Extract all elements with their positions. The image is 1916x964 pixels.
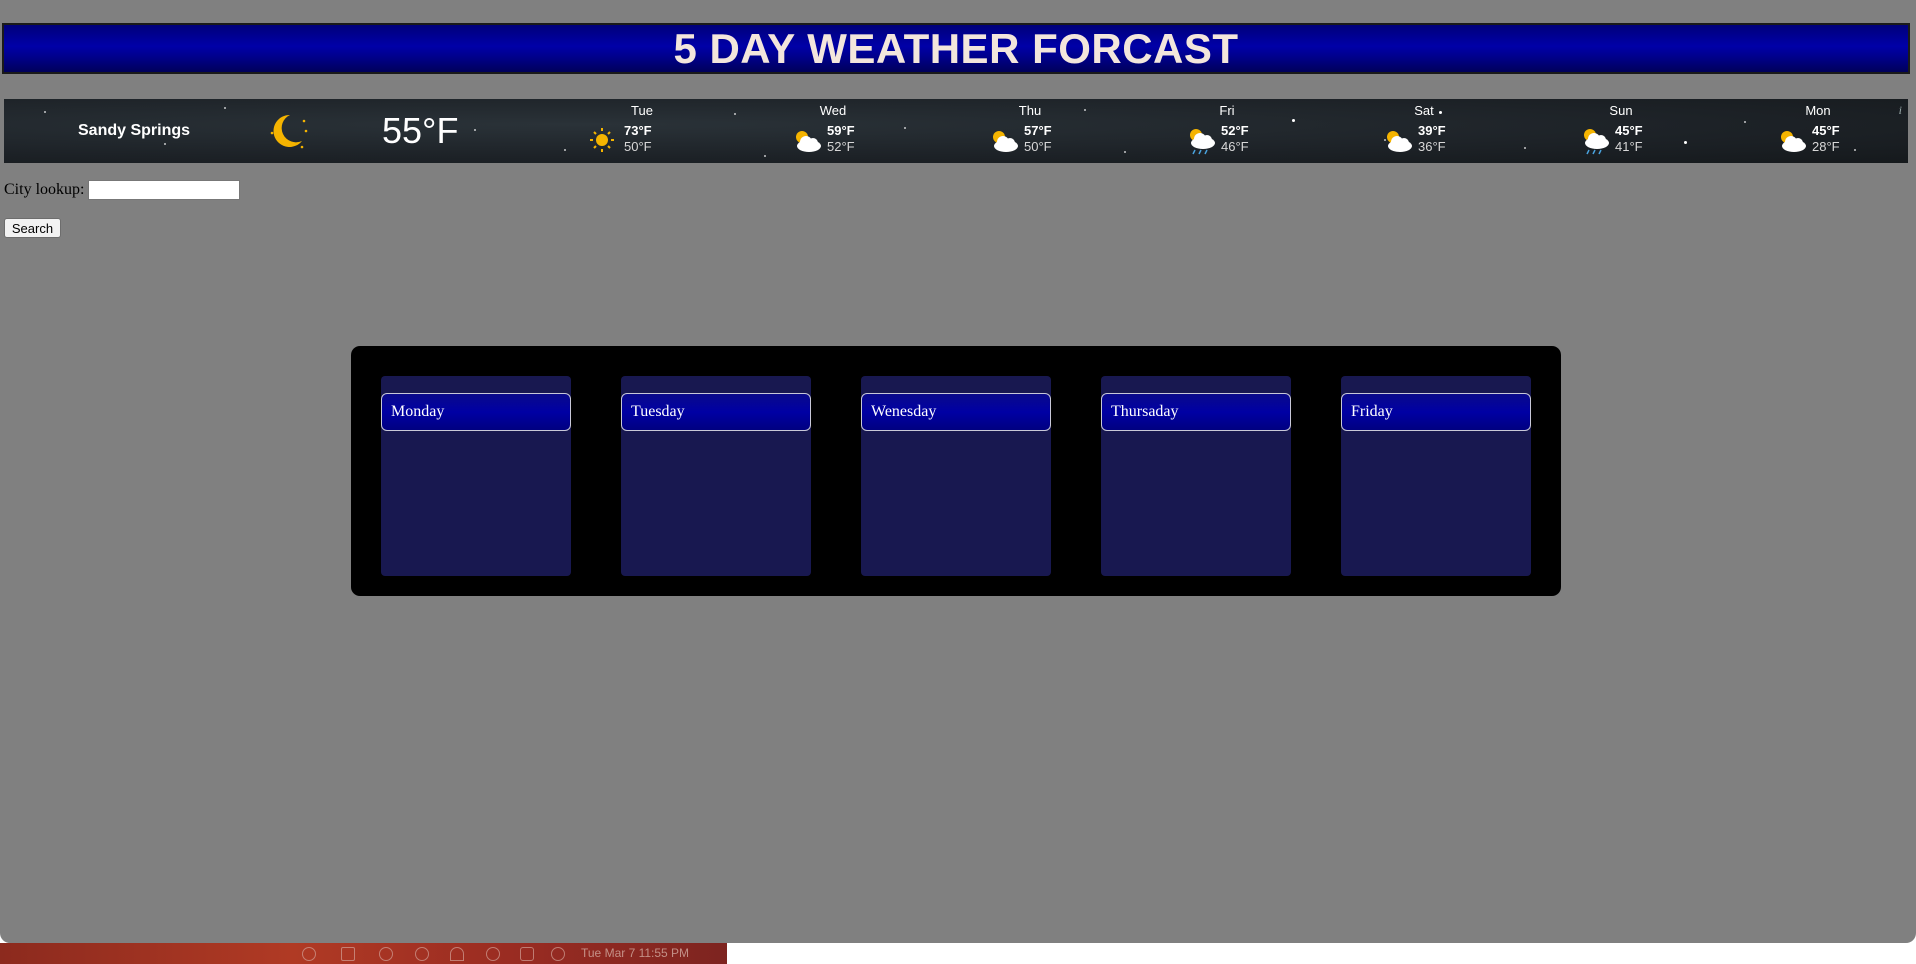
day-name: Thu [1018, 103, 1042, 118]
forecast-card-title: Friday [1341, 393, 1531, 431]
widget-day-thu: Thu 57°F 50°F [987, 103, 1077, 159]
forecast-card-wednesday: Wenesday [861, 376, 1051, 576]
day-name: Tue [631, 103, 653, 118]
forecast-card-title: Tuesday [621, 393, 811, 431]
day-high: 45°F [1812, 123, 1840, 138]
star [1292, 119, 1295, 122]
page-title: 5 DAY WEATHER FORCAST [673, 24, 1239, 72]
day-high: 39°F [1418, 123, 1446, 138]
siri-icon[interactable] [551, 947, 565, 961]
day-low: 52°F [827, 139, 855, 154]
rain-icon [1584, 129, 1609, 155]
day-high: 59°F [827, 123, 855, 138]
day-low: 50°F [624, 139, 652, 154]
day-high: 52°F [1221, 123, 1249, 138]
widget-day-mon: Mon 45°F 28°F [1775, 103, 1865, 159]
day-name: Mon [1805, 103, 1831, 118]
grammarly-icon[interactable] [379, 947, 393, 961]
system-taskbar: Tue Mar 7 11:55 PM [0, 943, 727, 964]
star [44, 111, 46, 113]
forecast-card-title: Thursaday [1101, 393, 1291, 431]
partly-cloudy-icon [993, 131, 1018, 152]
forecast-card-friday: Friday [1341, 376, 1531, 576]
widget-day-sat: Sat 39°F 36°F [1381, 103, 1471, 159]
partly-cloudy-icon [1781, 131, 1806, 152]
city-lookup-input[interactable] [88, 180, 241, 200]
forecast-card-tuesday: Tuesday [621, 376, 811, 576]
day-name: Sat [1414, 103, 1434, 118]
day-name: Wed [819, 103, 847, 118]
day-low: 50°F [1024, 139, 1052, 154]
day-low: 41°F [1615, 139, 1643, 154]
day-low: 46°F [1221, 139, 1249, 154]
day-low: 28°F [1812, 139, 1840, 154]
day-high: 73°F [624, 123, 652, 138]
star [564, 149, 566, 151]
rain-icon [1190, 129, 1215, 155]
forecast-card-title: Monday [381, 393, 571, 431]
star [764, 155, 766, 157]
widget-day-wed: Wed 59°F 52°F [790, 103, 880, 159]
title-banner: 5 DAY WEATHER FORCAST [2, 23, 1910, 74]
day-high: 45°F [1615, 123, 1643, 138]
day-name: Sun [1609, 103, 1633, 118]
star [224, 107, 226, 109]
forecast-card-title: Wenesday [861, 393, 1051, 431]
widget-info-icon[interactable]: i [1899, 103, 1902, 118]
day-high: 57°F [1024, 123, 1052, 138]
search-icon[interactable] [486, 947, 500, 961]
play-icon[interactable] [415, 947, 429, 961]
weather-widget[interactable]: Sandy Springs 55°F Tue 73°F 50°F Wed 59°… [4, 99, 1908, 163]
partly-cloudy-icon [1387, 131, 1412, 152]
city-lookup: City lookup: [4, 180, 241, 200]
star [1524, 147, 1526, 149]
star [1744, 121, 1746, 123]
widget-city: Sandy Springs [78, 122, 191, 139]
taskbar-clock[interactable]: Tue Mar 7 11:55 PM [581, 946, 689, 960]
partly-cloudy-icon [796, 131, 821, 152]
widget-day-sun: Sun 45°F 41°F [1578, 103, 1668, 159]
star [1684, 141, 1687, 144]
day-low: 36°F [1418, 139, 1446, 154]
control-center-icon[interactable] [520, 947, 534, 961]
creative-cloud-icon[interactable] [302, 947, 316, 961]
forecast-card-thursday: Thursaday [1101, 376, 1291, 576]
star [734, 113, 736, 115]
star [1124, 151, 1126, 153]
forecast-panel: Monday Tuesday Wenesday Thursaday Friday [351, 346, 1561, 596]
star [474, 129, 476, 131]
search-button[interactable]: Search [4, 218, 61, 238]
star [904, 127, 906, 129]
forecast-card-monday: Monday [381, 376, 571, 576]
page-background: 5 DAY WEATHER FORCAST Sandy Springs 55°F [0, 0, 1916, 943]
city-lookup-label: City lookup: [4, 181, 85, 198]
widget-current-temp: 55°F [382, 110, 459, 151]
widget-day-tue: Tue 73°F 50°F [587, 103, 677, 159]
day-name: Fri [1219, 103, 1235, 118]
wifi-icon[interactable] [450, 947, 464, 961]
sun-icon [590, 128, 614, 152]
widget-day-fri: Fri 52°F 46°F [1184, 103, 1274, 159]
moon-icon [270, 114, 308, 149]
star [1084, 109, 1086, 111]
window-icon[interactable] [341, 947, 355, 961]
